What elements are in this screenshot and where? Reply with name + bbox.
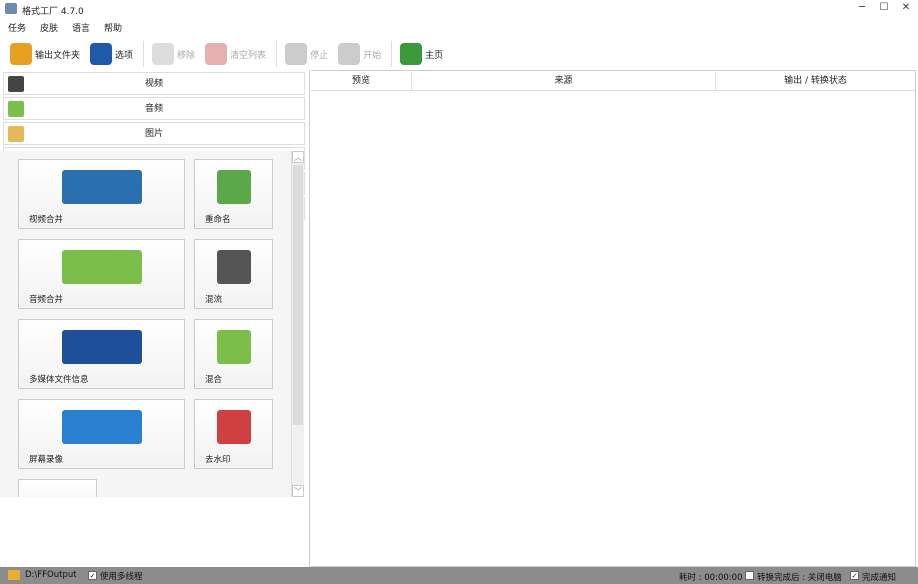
toolbar-separator — [391, 41, 393, 67]
mux-icon — [216, 250, 251, 284]
maximize-button[interactable]: ☐ — [874, 2, 894, 16]
toolbar: 输出文件夹 选项 移除 清空列表 停止 开始 主页 — [0, 38, 918, 70]
tools-scrollbar[interactable]: ︿ ﹀ — [291, 151, 304, 497]
window-title: 格式工厂 4.7.0 — [22, 7, 84, 17]
notify-label: 完成通知 — [862, 573, 897, 583]
homepage-label: 主页 — [425, 50, 444, 61]
tool-mux[interactable]: 混流 — [194, 239, 273, 309]
stop-label: 停止 — [310, 50, 329, 61]
category-picture[interactable]: 图片 — [3, 122, 305, 145]
homepage-icon — [400, 43, 423, 65]
video-icon — [8, 76, 24, 92]
options-icon — [90, 43, 113, 65]
app-icon — [5, 3, 17, 14]
stop-button[interactable]: 停止 — [285, 43, 328, 65]
stop-icon — [285, 43, 308, 65]
output-folder-path[interactable]: D:\FFOutput — [25, 570, 77, 580]
options-label: 选项 — [115, 50, 134, 61]
elapsed-time: 耗时 : 00:00:00 — [679, 573, 743, 583]
menu-language[interactable]: 语言 — [72, 21, 90, 34]
tool-screen-record[interactable]: 屏幕录像 — [18, 399, 185, 469]
remove-button[interactable]: 移除 — [152, 43, 195, 65]
start-button[interactable]: 开始 — [338, 43, 381, 65]
status-bar: D:\FFOutput ✓ 使用多线程 耗时 : 00:00:00 转换完成后 … — [0, 567, 918, 584]
after-convert-checkbox[interactable] — [745, 571, 754, 580]
audio-join-icon — [61, 250, 142, 284]
output-folder-button[interactable]: 输出文件夹 — [10, 43, 80, 65]
category-label: 视频 — [144, 79, 163, 89]
toolbar-separator — [276, 41, 278, 67]
tool-mix[interactable]: 混合 — [194, 319, 273, 389]
screen-record-icon — [61, 410, 142, 444]
category-label: 音频 — [144, 104, 163, 114]
tool-remove-watermark[interactable]: 去水印 — [194, 399, 273, 469]
remove-label: 移除 — [177, 50, 196, 61]
start-icon — [338, 43, 361, 65]
tool-rename[interactable]: 重命名 — [194, 159, 273, 229]
column-preview[interactable]: 预览 — [311, 72, 412, 91]
minimize-button[interactable]: ─ — [852, 2, 872, 16]
remove-watermark-icon — [216, 410, 251, 444]
category-video[interactable]: 视频 — [3, 72, 305, 95]
multithread-checkbox[interactable]: ✓ — [88, 571, 97, 580]
menu-bar: 任务 皮肤 语言 帮助 — [8, 21, 122, 34]
mix-icon — [216, 330, 251, 364]
toolbar-separator — [143, 41, 145, 67]
options-button[interactable]: 选项 — [90, 43, 133, 65]
tool-label: 多媒体文件信息 — [29, 375, 89, 385]
media-info-icon — [61, 330, 142, 364]
output-folder-icon — [10, 43, 32, 65]
clear-list-icon — [205, 43, 228, 65]
output-folder-label: 输出文件夹 — [35, 50, 81, 61]
menu-skin[interactable]: 皮肤 — [40, 21, 58, 34]
folder-icon[interactable] — [8, 570, 20, 580]
tools-grid: 视频合并 重命名音频合并 混流多媒体文件信息 混合屏幕录像 去水印 — [0, 151, 291, 497]
column-source[interactable]: 来源 — [412, 72, 716, 91]
tool-more[interactable] — [18, 479, 97, 497]
tool-media-info[interactable]: 多媒体文件信息 — [18, 319, 185, 389]
menu-task[interactable]: 任务 — [8, 21, 26, 34]
tool-label: 视频合并 — [29, 215, 64, 225]
rename-icon — [216, 170, 251, 204]
tool-video-join[interactable]: 视频合并 — [18, 159, 185, 229]
clear-list-label: 清空列表 — [230, 50, 267, 61]
tool-label: 混合 — [205, 375, 223, 385]
scroll-up-button[interactable]: ︿ — [292, 151, 304, 163]
multithread-label: 使用多线程 — [100, 572, 143, 582]
audio-icon — [8, 101, 24, 117]
category-label: 图片 — [144, 129, 163, 139]
notify-checkbox[interactable]: ✓ — [850, 571, 859, 580]
after-convert-label: 转换完成后 : 关闭电脑 — [757, 573, 842, 583]
category-audio[interactable]: 音频 — [3, 97, 305, 120]
tool-label: 去水印 — [205, 455, 231, 465]
tool-label: 音频合并 — [29, 295, 64, 305]
picture-icon — [8, 126, 24, 142]
task-list[interactable]: 预览 来源 输出 / 转换状态 — [311, 70, 916, 567]
tool-label: 重命名 — [205, 215, 231, 225]
column-output-status[interactable]: 输出 / 转换状态 — [716, 72, 915, 91]
clear-list-button[interactable]: 清空列表 — [205, 43, 266, 65]
tool-audio-join[interactable]: 音频合并 — [18, 239, 185, 309]
scroll-down-button[interactable]: ﹀ — [292, 485, 304, 497]
tool-label: 屏幕录像 — [29, 455, 64, 465]
close-button[interactable]: ✕ — [896, 2, 916, 16]
scroll-thumb[interactable] — [293, 165, 303, 425]
title-bar: 格式工厂 4.7.0 ─ ☐ ✕ — [0, 0, 918, 18]
homepage-button[interactable]: 主页 — [400, 43, 443, 65]
video-join-icon — [61, 170, 142, 204]
tool-label: 混流 — [205, 295, 223, 305]
remove-icon — [152, 43, 175, 65]
menu-help[interactable]: 帮助 — [104, 21, 122, 34]
start-label: 开始 — [363, 50, 382, 61]
